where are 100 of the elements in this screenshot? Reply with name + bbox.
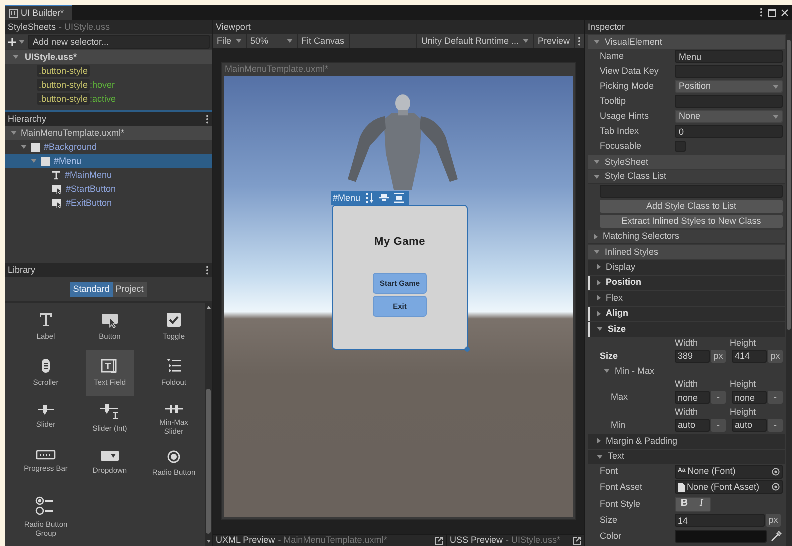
action-button[interactable]: Extract Inlined Styles to New Class	[600, 215, 783, 228]
size-field[interactable]: 14	[675, 514, 765, 528]
collapsed-arrow-icon[interactable]	[597, 264, 601, 270]
size-field[interactable]: none	[675, 391, 710, 404]
expanded-arrow-icon[interactable]	[13, 55, 19, 59]
toolbar-gap	[350, 34, 416, 48]
selector-chip[interactable]: .button-style	[37, 78, 90, 92]
expanded-arrow-icon[interactable]	[21, 145, 27, 149]
direction-icon[interactable]	[366, 193, 374, 203]
selector-chip[interactable]: .button-style	[37, 92, 90, 106]
selector-chip[interactable]: .button-style	[37, 64, 90, 78]
resize-handle[interactable]	[465, 347, 470, 352]
collapsed-arrow-icon[interactable]	[597, 280, 601, 286]
style-group-header[interactable]: Margin & Padding	[588, 434, 785, 448]
style-group-header[interactable]: Position	[588, 276, 785, 290]
unit-button[interactable]: px	[766, 514, 781, 528]
kebab-menu-icon[interactable]	[206, 266, 209, 274]
style-toggle[interactable]: B	[676, 498, 693, 510]
min-max-slider-icon	[164, 404, 184, 414]
dropdown[interactable]: None	[675, 110, 783, 123]
slider-icon	[37, 404, 55, 416]
pop-out-icon[interactable]	[435, 536, 443, 544]
field-label: Font Asset	[600, 482, 644, 493]
style-group-header[interactable]: Size	[588, 322, 785, 336]
field-label: Name	[600, 51, 626, 62]
size-field[interactable]: auto	[732, 418, 767, 432]
size-field[interactable]: none	[732, 391, 767, 404]
expanded-arrow-icon[interactable]	[597, 327, 603, 332]
kebab-menu-icon[interactable]	[578, 36, 581, 46]
scrollbar-thumb[interactable]	[787, 40, 791, 330]
collapsed-arrow-icon[interactable]	[597, 295, 601, 302]
foldout-header[interactable]: Min - Max	[588, 364, 785, 378]
tree-item[interactable]: #StartButton	[5, 182, 212, 196]
foldout-header[interactable]: Matching Selectors	[588, 230, 785, 244]
column-header: Width	[675, 379, 700, 390]
toolbar-button[interactable]: Preview	[534, 34, 574, 48]
tree-item[interactable]: MainMenuTemplate.uxml*	[5, 126, 212, 140]
column-header: Height	[730, 338, 758, 348]
tree-item[interactable]: #Menu	[5, 154, 212, 168]
collapsed-arrow-icon[interactable]	[597, 310, 601, 317]
expanded-arrow-icon[interactable]	[594, 160, 600, 164]
collapsed-arrow-icon[interactable]	[594, 234, 598, 240]
text-field[interactable]: Menu	[675, 50, 783, 63]
style-group-header[interactable]: Align	[588, 306, 785, 321]
scrollbar-thumb[interactable]	[206, 388, 211, 534]
text-field[interactable]: 0	[675, 125, 783, 138]
foldout-header[interactable]: Style Class List	[588, 170, 785, 184]
dropdown[interactable]: Position	[675, 80, 783, 93]
maximize-icon[interactable]	[768, 8, 776, 16]
unit-button[interactable]: -	[768, 391, 783, 404]
toolbar-menu[interactable]: Unity Default Runtime ...	[417, 34, 533, 48]
toolbar-menu[interactable]: File	[213, 34, 246, 48]
color-field[interactable]	[675, 530, 767, 543]
toolbar-button[interactable]: Fit Canvas	[298, 34, 349, 48]
unit-button[interactable]: -	[711, 418, 726, 432]
window-tab[interactable]: UI Builder*	[5, 5, 72, 20]
justify-icon[interactable]	[394, 193, 404, 203]
unit-button[interactable]: px	[768, 350, 783, 363]
size-field[interactable]: 414	[732, 350, 767, 363]
library-tab[interactable]: Project	[112, 282, 147, 297]
style-group-header[interactable]: Flex	[588, 291, 785, 306]
library-tab[interactable]: Standard	[70, 282, 113, 297]
add-button[interactable]	[5, 35, 28, 49]
unit-button[interactable]: px	[711, 350, 726, 363]
section-header[interactable]: VisualElement	[588, 35, 785, 49]
section-header[interactable]: StyleSheet	[588, 155, 785, 169]
section-header[interactable]: Inlined Styles	[588, 245, 785, 259]
unit-button[interactable]: -	[711, 391, 726, 404]
expanded-arrow-icon[interactable]	[11, 131, 17, 135]
caret-icon	[236, 39, 242, 43]
tree-item[interactable]: #MainMenu	[5, 168, 212, 182]
expanded-arrow-icon[interactable]	[604, 369, 610, 373]
expanded-arrow-icon[interactable]	[597, 454, 603, 459]
style-group-header[interactable]: Display	[588, 260, 785, 274]
align-icon[interactable]	[378, 193, 389, 203]
action-button[interactable]: Add Style Class to List	[600, 200, 783, 213]
expanded-arrow-icon[interactable]	[594, 250, 600, 254]
size-field[interactable]: 389	[675, 350, 710, 363]
expanded-arrow-icon[interactable]	[594, 40, 600, 44]
close-icon[interactable]	[781, 8, 789, 16]
pop-out-icon[interactable]	[573, 536, 581, 544]
selector-field[interactable]: Add new selector...	[28, 35, 210, 49]
style-group-header[interactable]: Text	[588, 450, 785, 464]
toolbar-menu[interactable]: 50%	[246, 34, 297, 48]
kebab-menu-icon[interactable]	[760, 8, 763, 17]
expanded-arrow-icon[interactable]	[594, 174, 600, 178]
tree-item[interactable]: #ExitButton	[5, 196, 212, 210]
style-toggle[interactable]: I	[693, 498, 710, 510]
object-field[interactable]: None (Font Asset)	[675, 480, 783, 494]
size-field[interactable]: auto	[675, 418, 710, 432]
window-icon	[9, 8, 18, 18]
kebab-menu-icon[interactable]	[206, 114, 209, 124]
collapsed-arrow-icon[interactable]	[597, 438, 601, 444]
tree-item[interactable]: #Background	[5, 140, 212, 154]
stylesheet-row[interactable]: UIStyle.uss*	[5, 50, 212, 64]
caret-icon	[522, 39, 529, 43]
text-field-icon	[101, 358, 119, 374]
field-label: Min	[611, 420, 627, 431]
scroller-icon	[41, 358, 51, 374]
unit-button[interactable]: -	[768, 418, 783, 432]
